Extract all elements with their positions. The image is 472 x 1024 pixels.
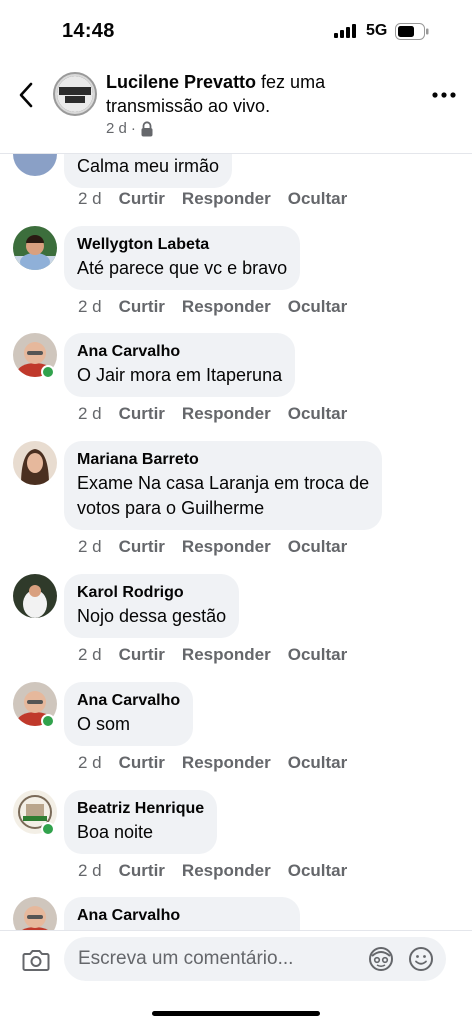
signal-icon bbox=[334, 24, 356, 38]
camera-icon[interactable] bbox=[22, 947, 50, 973]
comment-author[interactable]: Wellygton Labeta bbox=[77, 234, 287, 256]
comment-author[interactable]: Karol Rodrigo bbox=[77, 582, 226, 604]
comment-text: O som bbox=[77, 714, 131, 734]
hide-button[interactable]: Ocultar bbox=[288, 189, 348, 209]
comment-bubble: Wellygton Labeta Até parece que vc e bra… bbox=[64, 226, 301, 290]
lock-icon bbox=[141, 120, 153, 136]
comment-text-line: Exame Na casa Laranja em troca de bbox=[77, 473, 370, 493]
reply-button[interactable]: Responder bbox=[182, 297, 271, 317]
emoji-icon[interactable] bbox=[408, 946, 434, 972]
like-button[interactable]: Curtir bbox=[119, 645, 165, 665]
home-indicator bbox=[152, 1011, 320, 1016]
comment-actions: 2 d Curtir Responder Ocultar bbox=[78, 537, 364, 557]
online-status-indicator bbox=[41, 365, 55, 379]
comment-time: 2 d bbox=[78, 753, 102, 772]
comment-author[interactable]: Ana Carvalho bbox=[77, 341, 282, 363]
comment-composer bbox=[0, 930, 472, 1024]
commenter-avatar[interactable] bbox=[13, 441, 57, 485]
comment-actions: 2 d Curtir Responder Ocultar bbox=[78, 189, 364, 209]
comment-text: Nojo dessa gestão bbox=[77, 606, 227, 626]
hide-button[interactable]: Ocultar bbox=[288, 645, 348, 665]
comment-actions: 2 d Curtir Responder Ocultar bbox=[78, 861, 364, 881]
online-status-indicator bbox=[41, 822, 55, 836]
hide-button[interactable]: Ocultar bbox=[288, 537, 348, 557]
comment-bubble: Ana Carvalho O som bbox=[64, 682, 194, 746]
back-arrow-icon[interactable] bbox=[14, 80, 40, 110]
comment-text: O Jair mora em Itaperuna bbox=[77, 365, 283, 385]
comment-text: Boa noite bbox=[77, 822, 154, 842]
comment-actions: 2 d Curtir Responder Ocultar bbox=[78, 753, 364, 773]
like-button[interactable]: Curtir bbox=[119, 537, 165, 557]
hide-button[interactable]: Ocultar bbox=[288, 404, 348, 424]
page-avatar[interactable] bbox=[53, 72, 97, 116]
reply-button[interactable]: Responder bbox=[182, 189, 271, 209]
comment-bubble: Karol Rodrigo Nojo dessa gestão bbox=[64, 574, 240, 638]
like-button[interactable]: Curtir bbox=[119, 753, 165, 773]
hide-button[interactable]: Ocultar bbox=[288, 297, 348, 317]
post-time: 2 d bbox=[106, 120, 127, 137]
post-header: Lucilene Prevatto fez uma transmissão ao… bbox=[0, 62, 472, 154]
status-bar: 14:48 5G bbox=[0, 0, 472, 62]
comments-list[interactable]: Calma meu irmão 2 d Curtir Responder Ocu… bbox=[0, 154, 472, 930]
like-button[interactable]: Curtir bbox=[119, 404, 165, 424]
status-time: 14:48 bbox=[62, 20, 115, 42]
reply-button[interactable]: Responder bbox=[182, 404, 271, 424]
comment-time: 2 d bbox=[78, 297, 102, 316]
comment-bubble: Mariana Barreto Exame Na casa Laranja em… bbox=[64, 441, 383, 530]
reply-button[interactable]: Responder bbox=[182, 645, 271, 665]
comment-bubble: Beatriz Henrique Boa noite bbox=[64, 790, 218, 854]
comment-author[interactable]: Ana Carvalho bbox=[77, 690, 180, 712]
comment-time: 2 d bbox=[78, 861, 102, 880]
like-button[interactable]: Curtir bbox=[119, 861, 165, 881]
comment-time: 2 d bbox=[78, 189, 102, 208]
like-button[interactable]: Curtir bbox=[119, 297, 165, 317]
comment-actions: 2 d Curtir Responder Ocultar bbox=[78, 645, 364, 665]
comment-time: 2 d bbox=[78, 537, 102, 556]
online-status-indicator bbox=[41, 714, 55, 728]
commenter-avatar[interactable] bbox=[13, 154, 57, 176]
reply-button[interactable]: Responder bbox=[182, 537, 271, 557]
comment-bubble: Calma meu irmão bbox=[64, 154, 233, 188]
comment-bubble: Ana Carvalho O Jair mora em Itaperuna bbox=[64, 333, 296, 397]
reply-button[interactable]: Responder bbox=[182, 861, 271, 881]
comment-author[interactable]: Beatriz Henrique bbox=[77, 798, 204, 820]
post-author-name[interactable]: Lucilene Prevatto bbox=[106, 72, 256, 92]
comment-time: 2 d bbox=[78, 645, 102, 664]
post-meta: 2 d · bbox=[106, 120, 154, 137]
comment-text-line: votos para o Guilherme bbox=[77, 498, 265, 518]
comment-actions: 2 d Curtir Responder Ocultar bbox=[78, 404, 364, 424]
more-options-icon[interactable] bbox=[430, 86, 458, 104]
post-title: Lucilene Prevatto fez uma transmissão ao… bbox=[106, 70, 396, 118]
comment-text: Calma meu irmão bbox=[77, 156, 220, 176]
hide-button[interactable]: Ocultar bbox=[288, 861, 348, 881]
comment-text: Até parece que vc e bravo bbox=[77, 258, 288, 278]
avatar-sticker-icon[interactable] bbox=[368, 946, 394, 972]
comment-actions: 2 d Curtir Responder Ocultar bbox=[78, 297, 364, 317]
commenter-avatar[interactable] bbox=[13, 226, 57, 270]
commenter-avatar[interactable] bbox=[13, 897, 57, 930]
meta-separator: · bbox=[130, 120, 136, 137]
page-avatar-logo bbox=[57, 76, 93, 112]
like-button[interactable]: Curtir bbox=[119, 189, 165, 209]
comment-bubble: Ana Carvalho bbox=[64, 897, 300, 930]
comment-time: 2 d bbox=[78, 404, 102, 423]
comment-author[interactable]: Mariana Barreto bbox=[77, 449, 369, 471]
comment-author[interactable]: Ana Carvalho bbox=[77, 905, 287, 927]
commenter-avatar[interactable] bbox=[13, 574, 57, 618]
battery-icon bbox=[395, 23, 429, 40]
reply-button[interactable]: Responder bbox=[182, 753, 271, 773]
network-type: 5G bbox=[366, 22, 388, 39]
hide-button[interactable]: Ocultar bbox=[288, 753, 348, 773]
